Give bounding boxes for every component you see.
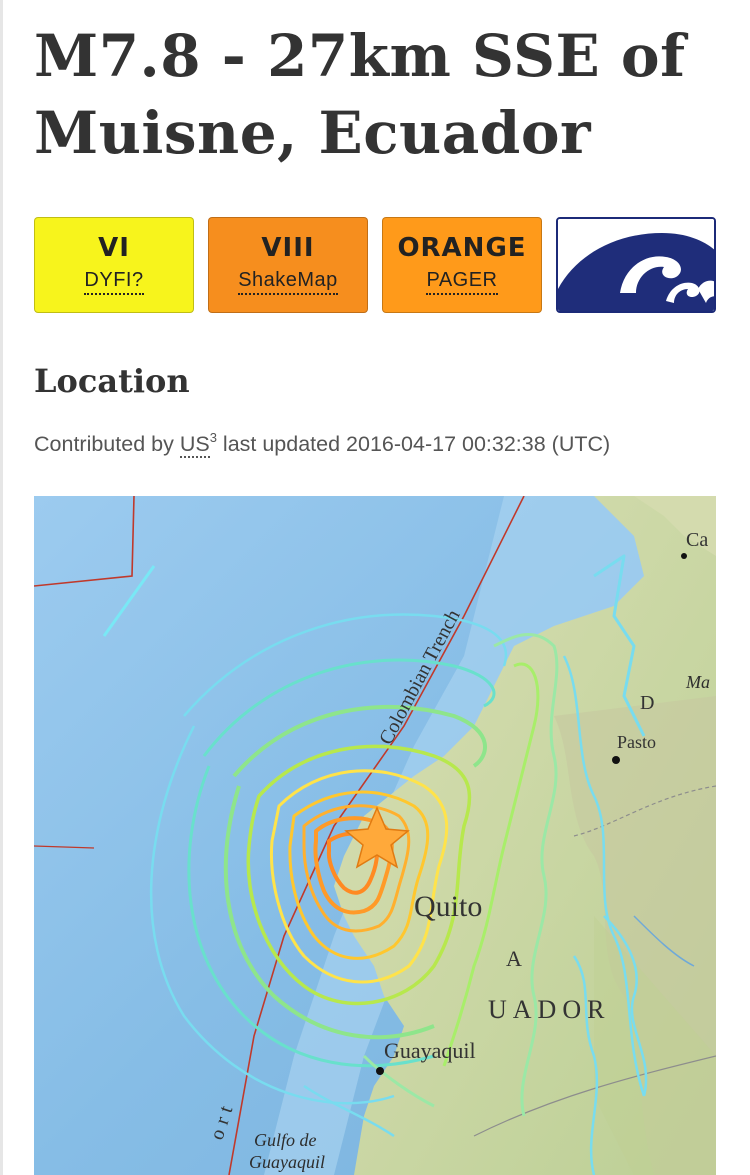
updated-text: last updated 2016-04-17 00:32:38 (UTC)	[222, 432, 611, 456]
region-letter-a: A	[506, 946, 522, 971]
impact-badges: VI DYFI? VIII ShakeMap ORANGE PAGER	[34, 217, 724, 313]
edge-region-label: Ma	[685, 672, 710, 692]
shakemap-link[interactable]: ShakeMap	[238, 269, 338, 295]
page-edge	[0, 0, 3, 1175]
shakemap-value: VIII	[261, 233, 315, 263]
pager-value: ORANGE	[397, 233, 527, 263]
dyfi-value: VI	[98, 233, 130, 263]
location-heading: Location	[34, 362, 190, 400]
contributed-prefix: Contributed by	[34, 432, 174, 456]
dyfi-badge[interactable]: VI DYFI?	[34, 217, 194, 313]
pager-badge[interactable]: ORANGE PAGER	[382, 217, 542, 313]
pager-link[interactable]: PAGER	[426, 269, 498, 295]
north-city-dot	[681, 553, 687, 559]
network-link[interactable]: US	[179, 432, 210, 458]
contributed-line: Contributed by US3 last updated 2016-04-…	[34, 430, 611, 458]
gulf-label-line2: Guayaquil	[249, 1152, 325, 1172]
page-title: M7.8 - 27km SSE of Muisne, Ecuador	[34, 22, 686, 167]
dyfi-link[interactable]: DYFI?	[84, 269, 144, 295]
ecuador-label: UADOR	[488, 995, 610, 1024]
region-letter-d: D	[640, 692, 654, 714]
pasto-label: Pasto	[617, 732, 656, 752]
shakemap-badge[interactable]: VIII ShakeMap	[208, 217, 368, 313]
gulf-label-line1: Gulfo de	[254, 1130, 317, 1150]
guayaquil-dot	[376, 1067, 384, 1075]
network-sup: 3	[209, 430, 217, 445]
quito-label: Quito	[414, 890, 482, 923]
map-canvas: Colombian Trench Quito Pasto UADOR Guaya…	[34, 496, 716, 1175]
north-city-label: Ca	[686, 529, 708, 551]
pasto-dot	[612, 756, 620, 764]
tsunami-badge[interactable]	[556, 217, 716, 313]
guayaquil-label: Guayaquil	[384, 1038, 476, 1063]
tsunami-wave-icon	[558, 219, 714, 311]
location-map[interactable]: Colombian Trench Quito Pasto UADOR Guaya…	[34, 496, 716, 1175]
